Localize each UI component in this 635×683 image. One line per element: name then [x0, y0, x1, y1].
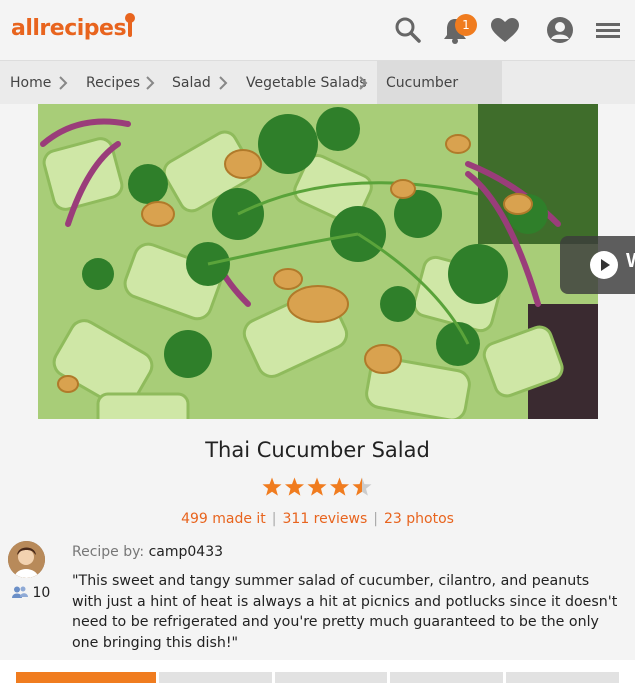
play-icon — [590, 251, 618, 279]
reviews-link[interactable]: 311 reviews — [283, 511, 368, 527]
logo-mark-icon — [125, 13, 136, 37]
followers-count[interactable]: 10 — [12, 585, 50, 601]
divider: | — [271, 511, 277, 527]
breadcrumb-home[interactable]: Home — [10, 61, 51, 105]
recipe-stats: 499 made it | 311 reviews | 23 photos — [0, 511, 635, 527]
logo-text: allrecipes — [11, 16, 127, 41]
recipe-description: "This sweet and tangy summer salad of cu… — [72, 573, 618, 651]
breadcrumb: Home Recipes Salad Vegetable Salads Cucu… — [0, 60, 635, 135]
star-icon — [329, 477, 350, 496]
top-header: allrecipes 1 — [0, 0, 635, 60]
recipe-by-label: Recipe by: — [72, 544, 145, 560]
video-button-label: W — [626, 250, 635, 273]
heart-icon[interactable] — [489, 16, 521, 44]
tab-2[interactable] — [159, 672, 272, 683]
salad-photo — [38, 104, 598, 419]
tab-1[interactable] — [16, 672, 156, 683]
author-name-link[interactable]: camp0433 — [149, 544, 223, 560]
recipe-hero-image[interactable] — [38, 104, 598, 419]
recipe-by-line: Recipe by: camp0433 — [72, 544, 223, 560]
search-icon[interactable] — [394, 16, 422, 44]
menu-icon[interactable] — [596, 16, 620, 44]
author-avatar[interactable] — [8, 541, 45, 578]
notification-badge[interactable]: 1 — [455, 14, 477, 36]
divider: | — [373, 511, 378, 527]
chevron-right-icon — [146, 76, 155, 90]
breadcrumb-salad[interactable]: Salad — [172, 61, 211, 105]
allrecipes-logo[interactable]: allrecipes — [11, 13, 136, 41]
followers-icon — [12, 586, 28, 598]
made-it-link[interactable]: 499 made it — [181, 511, 266, 527]
star-icon — [352, 477, 372, 496]
profile-icon[interactable] — [546, 16, 574, 44]
photos-link[interactable]: 23 photos — [384, 511, 454, 527]
chevron-right-icon — [359, 76, 368, 90]
recipe-title: Thai Cucumber Salad — [205, 438, 430, 462]
watch-video-button[interactable]: W — [560, 236, 635, 294]
star-icon — [307, 477, 327, 496]
star-icon — [262, 477, 282, 496]
breadcrumb-vegetable-salads[interactable]: Vegetable Salads — [246, 61, 367, 105]
avatar-photo — [8, 541, 45, 578]
star-icon — [284, 477, 305, 496]
breadcrumb-recipes[interactable]: Recipes — [86, 61, 140, 105]
star-rating[interactable] — [261, 476, 373, 498]
chevron-right-icon — [219, 76, 228, 90]
tab-5[interactable] — [506, 672, 619, 683]
followers-number: 10 — [32, 585, 51, 601]
breadcrumb-cucumber-salad[interactable]: Cucumber Salad — [377, 61, 502, 135]
chevron-right-icon — [59, 76, 68, 90]
tab-3[interactable] — [275, 672, 387, 683]
tab-4[interactable] — [390, 672, 503, 683]
